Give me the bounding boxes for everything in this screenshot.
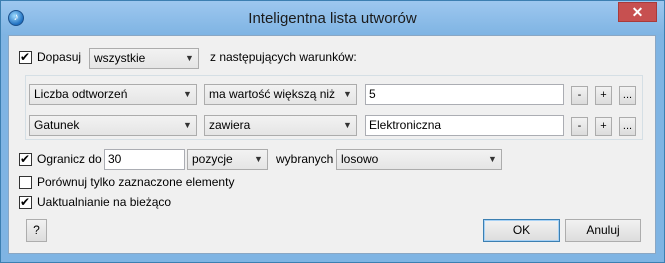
limit-amount-input[interactable]: 30 bbox=[104, 149, 185, 170]
checked-only-checkbox[interactable] bbox=[19, 176, 32, 189]
rule-value-input[interactable]: Elektroniczna bbox=[365, 115, 564, 136]
remove-rule-button[interactable]: - bbox=[571, 86, 588, 105]
window-title: Inteligentna lista utworów bbox=[248, 10, 417, 27]
remove-rule-button[interactable]: - bbox=[571, 117, 588, 136]
selected-by-label: wybranych bbox=[276, 152, 334, 166]
rule-operator-value: zawiera bbox=[209, 118, 251, 132]
chevron-down-icon: ▼ bbox=[185, 53, 194, 63]
limit-unit-value: pozycje bbox=[192, 152, 233, 166]
rule-value-text: Elektroniczna bbox=[369, 118, 442, 132]
limit-amount-value: 30 bbox=[108, 152, 122, 166]
match-suffix-label: z następujących warunków: bbox=[210, 50, 357, 64]
rule-value-input[interactable]: 5 bbox=[365, 84, 564, 105]
chevron-down-icon: ▼ bbox=[183, 89, 192, 99]
rule-field-value: Gatunek bbox=[34, 118, 80, 132]
limit-checkbox[interactable] bbox=[19, 152, 32, 166]
add-rule-button[interactable]: + bbox=[595, 86, 612, 105]
rule-operator-value: ma wartość większą niż bbox=[209, 87, 336, 101]
rule-value-text: 5 bbox=[369, 87, 376, 101]
rule-field-select[interactable]: Liczba odtworzeń ▼ bbox=[29, 84, 197, 105]
chevron-down-icon: ▼ bbox=[343, 89, 352, 99]
limit-unit-select[interactable]: pozycje ▼ bbox=[187, 149, 268, 170]
limit-order-select[interactable]: losowo ▼ bbox=[336, 149, 502, 170]
close-button[interactable]: ✕ bbox=[618, 2, 657, 22]
live-update-label: Uaktualnianie na bieżąco bbox=[37, 195, 172, 209]
rule-field-value: Liczba odtworzeń bbox=[34, 87, 128, 101]
rule-options-button[interactable]: ... bbox=[619, 86, 636, 105]
live-update-checkbox[interactable] bbox=[19, 195, 32, 209]
add-rule-button[interactable]: + bbox=[595, 117, 612, 136]
rule-operator-select[interactable]: zawiera ▼ bbox=[204, 115, 357, 136]
checked-only-label: Porównuj tylko zaznaczone elementy bbox=[37, 175, 235, 189]
limit-label: Ogranicz do bbox=[37, 152, 102, 166]
rule-operator-select[interactable]: ma wartość większą niż ▼ bbox=[204, 84, 357, 105]
ok-button[interactable]: OK bbox=[483, 219, 560, 242]
match-scope-value: wszystkie bbox=[94, 51, 146, 65]
chevron-down-icon: ▼ bbox=[183, 120, 192, 130]
chevron-down-icon: ▼ bbox=[254, 154, 263, 164]
chevron-down-icon: ▼ bbox=[488, 154, 497, 164]
help-button[interactable]: ? bbox=[26, 219, 47, 242]
dialog-body: Dopasuj wszystkie ▼ z następujących waru… bbox=[8, 35, 656, 254]
title-bar[interactable]: ♪ Inteligentna lista utworów ✕ bbox=[1, 1, 664, 35]
match-checkbox[interactable] bbox=[19, 50, 32, 64]
smart-playlist-dialog: ♪ Inteligentna lista utworów ✕ Dopasuj w… bbox=[0, 0, 665, 263]
cancel-button[interactable]: Anuluj bbox=[565, 219, 641, 242]
match-label: Dopasuj bbox=[37, 50, 82, 64]
limit-order-value: losowo bbox=[341, 152, 379, 166]
rule-field-select[interactable]: Gatunek ▼ bbox=[29, 115, 197, 136]
match-scope-select[interactable]: wszystkie ▼ bbox=[89, 48, 199, 69]
chevron-down-icon: ▼ bbox=[343, 120, 352, 130]
rule-options-button[interactable]: ... bbox=[619, 117, 636, 136]
